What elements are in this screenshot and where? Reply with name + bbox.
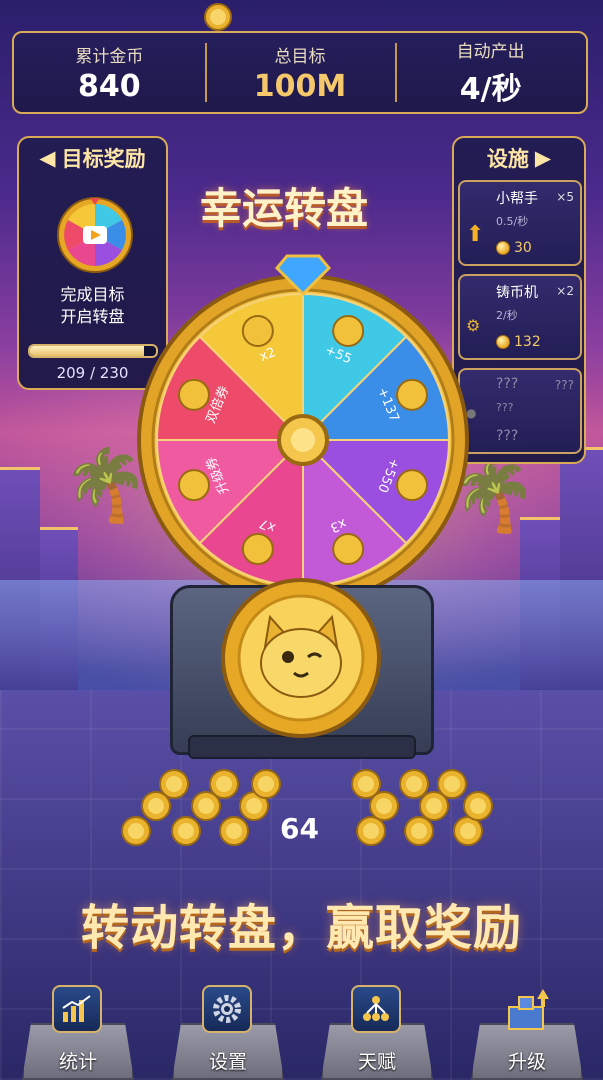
lucky-wheel-graphic[interactable]: x2 +55+137+550x3x7升级券双倍券 bbox=[137, 254, 469, 606]
facility-card-locked: ??? ??? ??? ● ??? bbox=[458, 368, 582, 454]
goal-panel-title: 目标奖励 bbox=[61, 147, 146, 171]
stat-value: 4/秒 bbox=[459, 72, 522, 107]
nav-settings-button[interactable]: 设置 bbox=[172, 985, 284, 1080]
talent-tree-icon bbox=[351, 985, 401, 1033]
facility-count: ×5 bbox=[556, 190, 574, 204]
facility-rate: 2/秒 bbox=[496, 309, 518, 322]
stat-label: 总目标 bbox=[274, 46, 326, 67]
segment-reward-icon bbox=[332, 314, 365, 347]
facility-cost-value: 132 bbox=[514, 334, 541, 350]
goal-progress-fill bbox=[30, 346, 145, 356]
facility-name: 铸币机 bbox=[496, 285, 538, 301]
facility-name: ??? bbox=[496, 376, 519, 392]
facility-cost: ??? bbox=[496, 428, 518, 444]
nav-label: 升级 bbox=[507, 1051, 546, 1073]
coin-icon bbox=[159, 769, 189, 799]
coin-icon bbox=[351, 769, 381, 799]
coin-icon bbox=[399, 769, 429, 799]
facility-count: ×2 bbox=[556, 284, 574, 298]
stat-auto-output: 自动产出 4/秒 bbox=[395, 33, 586, 112]
facilities-title: 设施 bbox=[486, 147, 529, 171]
segment-reward-icon bbox=[396, 378, 429, 411]
stat-total-coins: 累计金币 840 bbox=[14, 33, 205, 112]
stat-value: 100M bbox=[253, 68, 347, 104]
coin-icon bbox=[204, 3, 232, 31]
facilities-header[interactable]: 设施 ▶ bbox=[454, 138, 584, 178]
bottom-nav: 统计 设置 天赋 升级 bbox=[0, 985, 603, 1080]
goal-panel-header[interactable]: ◀ 目标奖励 bbox=[19, 138, 166, 178]
segment-reward-icon bbox=[332, 533, 365, 566]
stats-panel: 累计金币 840 总目标 100M 自动产出 4/秒 bbox=[12, 31, 588, 114]
facility-rate: 0.5/秒 bbox=[496, 215, 529, 228]
stats-chart-icon bbox=[52, 985, 102, 1033]
facility-card-minting[interactable]: 铸币机 ×2 2/秒 ⚙ 132 bbox=[458, 274, 582, 360]
nav-label: 统计 bbox=[58, 1051, 97, 1073]
facility-card-helper[interactable]: 小帮手 ×5 0.5/秒 ⬆ 30 bbox=[458, 180, 582, 266]
segment-reward-icon bbox=[396, 469, 429, 502]
coin-icon bbox=[437, 769, 467, 799]
nav-talent-button[interactable]: 天赋 bbox=[321, 985, 433, 1080]
nav-label: 天赋 bbox=[357, 1051, 396, 1073]
facility-cost[interactable]: 132 bbox=[496, 334, 541, 350]
facility-rate: ??? bbox=[496, 401, 514, 414]
facility-name: 小帮手 bbox=[496, 191, 538, 207]
nav-stats-button[interactable]: 统计 bbox=[22, 985, 134, 1080]
coin-count: 64 bbox=[280, 812, 319, 845]
stat-goal: 总目标 100M bbox=[204, 33, 396, 112]
segment-reward-icon bbox=[241, 314, 274, 347]
coin-icon bbox=[209, 769, 239, 799]
segment-reward-icon bbox=[177, 469, 210, 502]
facilities-panel: 设施 ▶ 小帮手 ×5 0.5/秒 ⬆ 30 铸币机 ×2 2/秒 ⚙ 132 … bbox=[452, 136, 586, 464]
lucky-wheel-icon bbox=[57, 197, 133, 273]
triangle-left-icon: ◀ bbox=[39, 146, 56, 170]
coin-icon bbox=[496, 335, 510, 349]
coin-icon bbox=[251, 769, 281, 799]
triangle-right-icon: ▶ bbox=[534, 146, 552, 170]
nav-upgrade-button[interactable]: 升级 bbox=[471, 985, 583, 1080]
slogan-banner: 转动转盘，赢取奖励 bbox=[80, 900, 522, 956]
cat-coin-button[interactable] bbox=[220, 577, 382, 739]
upgrade-castle-icon bbox=[501, 985, 551, 1033]
coin-icon bbox=[496, 241, 510, 255]
page-title: 幸运转盘 bbox=[200, 184, 369, 233]
facility-cost-value: ??? bbox=[496, 428, 519, 444]
segment-reward-icon bbox=[241, 533, 274, 566]
facility-cost-value: 30 bbox=[514, 240, 532, 256]
facility-count: ??? bbox=[554, 378, 574, 392]
gear-icon bbox=[202, 985, 252, 1033]
lucky-wheel[interactable]: x2 +55 +137 +550 x3 x7 升级券 双倍券 bbox=[137, 254, 469, 606]
stat-value: 840 bbox=[78, 68, 141, 104]
arrow-up-icon: ⬆ bbox=[466, 222, 485, 247]
nav-label: 设置 bbox=[208, 1051, 247, 1073]
stat-label: 自动产出 bbox=[456, 42, 525, 62]
segment-reward-icon bbox=[177, 378, 210, 411]
facility-cost[interactable]: 30 bbox=[496, 240, 532, 256]
stat-label: 累计金币 bbox=[75, 46, 144, 67]
